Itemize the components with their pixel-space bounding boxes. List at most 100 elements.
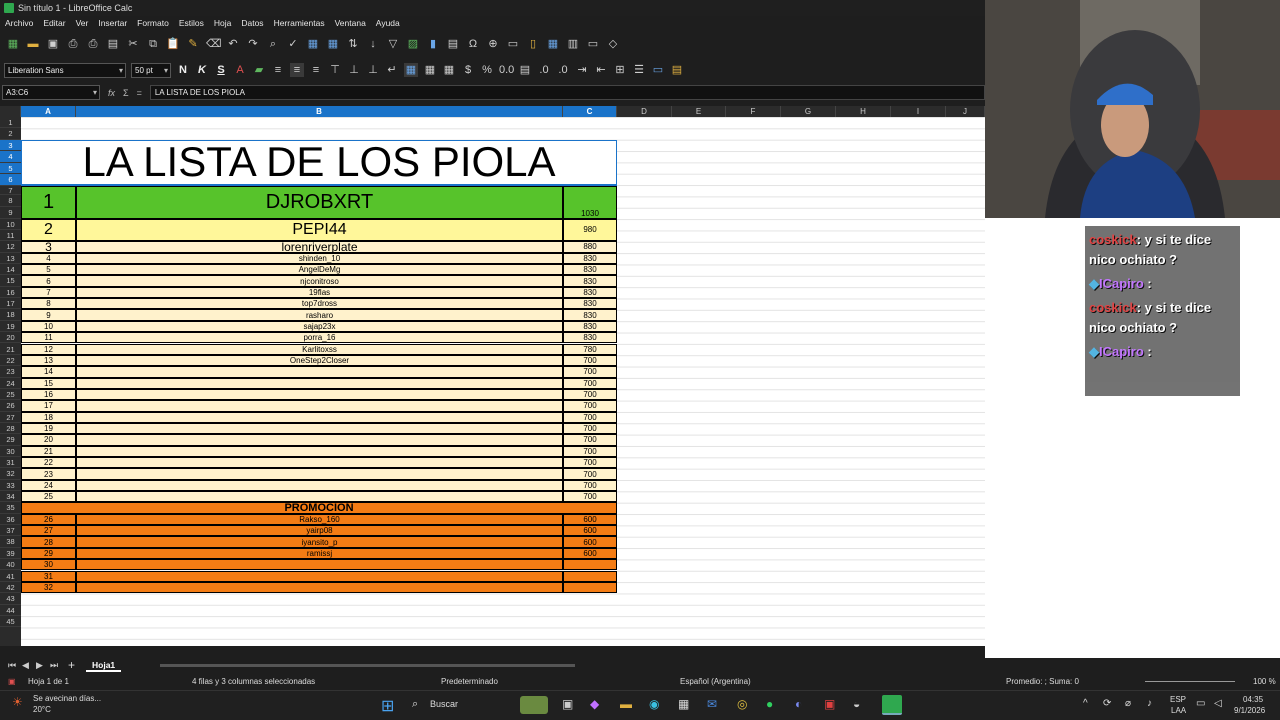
header-footer-icon[interactable]: ▯ — [526, 37, 540, 51]
score-cell[interactable]: 880 — [563, 240, 617, 253]
menu-ventana[interactable]: Ventana — [335, 18, 366, 28]
row-header[interactable]: 30 — [0, 446, 21, 457]
rank-cell[interactable]: 23 — [21, 468, 76, 480]
percent-icon[interactable]: % — [480, 63, 494, 77]
rank-cell[interactable]: 29 — [21, 547, 76, 560]
row-header[interactable]: 11 — [0, 230, 21, 241]
row-header[interactable]: 27 — [0, 412, 21, 423]
name-cell[interactable]: iyansito_p — [76, 536, 563, 548]
name-cell[interactable]: rasharo — [76, 309, 563, 321]
copilot-icon[interactable]: ◆ — [590, 697, 599, 711]
row-header[interactable]: 42 — [0, 582, 21, 594]
rank-cell[interactable]: 19 — [21, 422, 76, 435]
zoom-slider[interactable] — [1145, 681, 1235, 682]
underline-icon[interactable]: S — [214, 63, 228, 77]
discord-icon[interactable]: ◐ — [795, 697, 802, 711]
align-middle-icon[interactable]: ⊥ — [347, 63, 361, 77]
file-explorer-icon[interactable]: ▬ — [620, 697, 632, 711]
row-header[interactable]: 6 — [0, 174, 21, 186]
rank-cell[interactable]: 8 — [21, 298, 76, 310]
volume-icon[interactable]: ◁ — [1214, 698, 1222, 709]
split-window-icon[interactable]: ▭ — [586, 37, 600, 51]
name-cell[interactable] — [76, 377, 563, 389]
rank-cell[interactable]: 26 — [21, 513, 76, 526]
score-cell[interactable]: 830 — [563, 309, 617, 321]
row-header[interactable]: 7 — [0, 186, 21, 195]
score-cell[interactable]: 700 — [563, 388, 617, 401]
rank-cell[interactable]: 25 — [21, 491, 76, 503]
spotify-icon[interactable]: ● — [766, 697, 773, 711]
row-header[interactable]: 29 — [0, 434, 21, 446]
rank-cell[interactable]: 27 — [21, 525, 76, 537]
row-header[interactable]: 25 — [0, 389, 21, 401]
column-header-e[interactable]: E — [672, 106, 726, 117]
rank-cell[interactable]: 28 — [21, 536, 76, 548]
name-cell[interactable]: top7dross — [76, 298, 563, 310]
score-cell[interactable]: 830 — [563, 298, 617, 310]
obs-icon[interactable]: ◒ — [853, 697, 860, 711]
name-cell[interactable] — [76, 411, 563, 423]
mail-icon[interactable]: ✉ — [707, 697, 717, 711]
column-header-g[interactable]: G — [781, 106, 836, 117]
tab-nav-first-icon[interactable]: ⏮ — [8, 660, 16, 671]
menu-editar[interactable]: Editar — [43, 18, 65, 28]
row-header[interactable]: 43 — [0, 593, 21, 605]
draw-functions-icon[interactable]: ◇ — [606, 37, 620, 51]
row-header[interactable]: 2 — [0, 128, 21, 140]
score-cell[interactable] — [563, 570, 617, 582]
rank-cell[interactable]: 21 — [21, 445, 76, 457]
name-cell[interactable] — [76, 422, 563, 435]
rank-cell[interactable]: 20 — [21, 434, 76, 446]
score-cell[interactable]: 600 — [563, 525, 617, 537]
special-char-icon[interactable]: Ω — [466, 37, 480, 51]
align-bottom-icon[interactable]: ⊥ — [366, 63, 380, 77]
name-cell[interactable] — [76, 491, 563, 503]
name-cell[interactable] — [76, 445, 563, 457]
column-header-c[interactable]: C — [563, 106, 617, 117]
sync-icon[interactable]: ⟳ — [1103, 698, 1111, 709]
font-color-icon[interactable]: A — [233, 63, 247, 77]
store-icon[interactable]: ▦ — [678, 697, 689, 711]
align-top-icon[interactable]: ⊤ — [328, 63, 342, 77]
menu-insertar[interactable]: Insertar — [98, 18, 127, 28]
font-name-combo[interactable]: Liberation Sans — [4, 62, 126, 78]
comment-icon[interactable]: ▭ — [506, 37, 520, 51]
name-cell[interactable] — [76, 559, 563, 571]
rank-cell[interactable]: 12 — [21, 343, 76, 355]
network-off-icon[interactable]: ⌀ — [1125, 698, 1131, 709]
name-cell[interactable] — [76, 388, 563, 401]
row-header[interactable]: 17 — [0, 298, 21, 310]
name-cell[interactable]: njconitroso — [76, 275, 563, 287]
clock-date[interactable]: 9/1/2026 — [1234, 706, 1265, 715]
undo-icon[interactable]: ↶ — [226, 37, 240, 51]
delete-decimal-icon[interactable]: .0 — [556, 63, 570, 77]
row-header[interactable]: 32 — [0, 468, 21, 480]
row-header[interactable]: 23 — [0, 366, 21, 378]
score-cell[interactable]: 600 — [563, 513, 617, 526]
score-cell[interactable]: 830 — [563, 252, 617, 265]
print-icon[interactable]: ⎙ — [86, 37, 100, 51]
number-format-icon[interactable]: 0.0 — [499, 63, 514, 77]
score-cell[interactable]: 700 — [563, 400, 617, 412]
monitor-icon[interactable]: ▭ — [1196, 698, 1205, 709]
weather-text[interactable]: Se avecinan días... — [33, 694, 101, 703]
score-cell[interactable]: 700 — [563, 411, 617, 423]
row-header[interactable]: 1 — [0, 117, 21, 129]
menu-herramientas[interactable]: Herramientas — [274, 18, 325, 28]
rank-cell[interactable]: 1 — [21, 185, 76, 219]
row-header[interactable]: 3 — [0, 139, 21, 152]
score-cell[interactable]: 600 — [563, 547, 617, 560]
app-icon-red[interactable]: ▣ — [824, 697, 835, 711]
row-header[interactable]: 10 — [0, 219, 21, 230]
tab-nav-last-icon[interactable]: ⏭ — [50, 660, 58, 671]
row-header[interactable]: 22 — [0, 355, 21, 367]
row-header[interactable]: 35 — [0, 502, 21, 514]
save-icon[interactable]: ▣ — [46, 37, 60, 51]
name-cell[interactable] — [76, 581, 563, 594]
spelling-icon[interactable]: ✓ — [286, 37, 300, 51]
increase-indent-icon[interactable]: ⇥ — [575, 63, 589, 77]
row-header[interactable]: 33 — [0, 480, 21, 492]
rank-cell[interactable]: 9 — [21, 309, 76, 321]
paste-icon[interactable]: 📋 — [166, 37, 180, 51]
rank-cell[interactable]: 24 — [21, 479, 76, 492]
